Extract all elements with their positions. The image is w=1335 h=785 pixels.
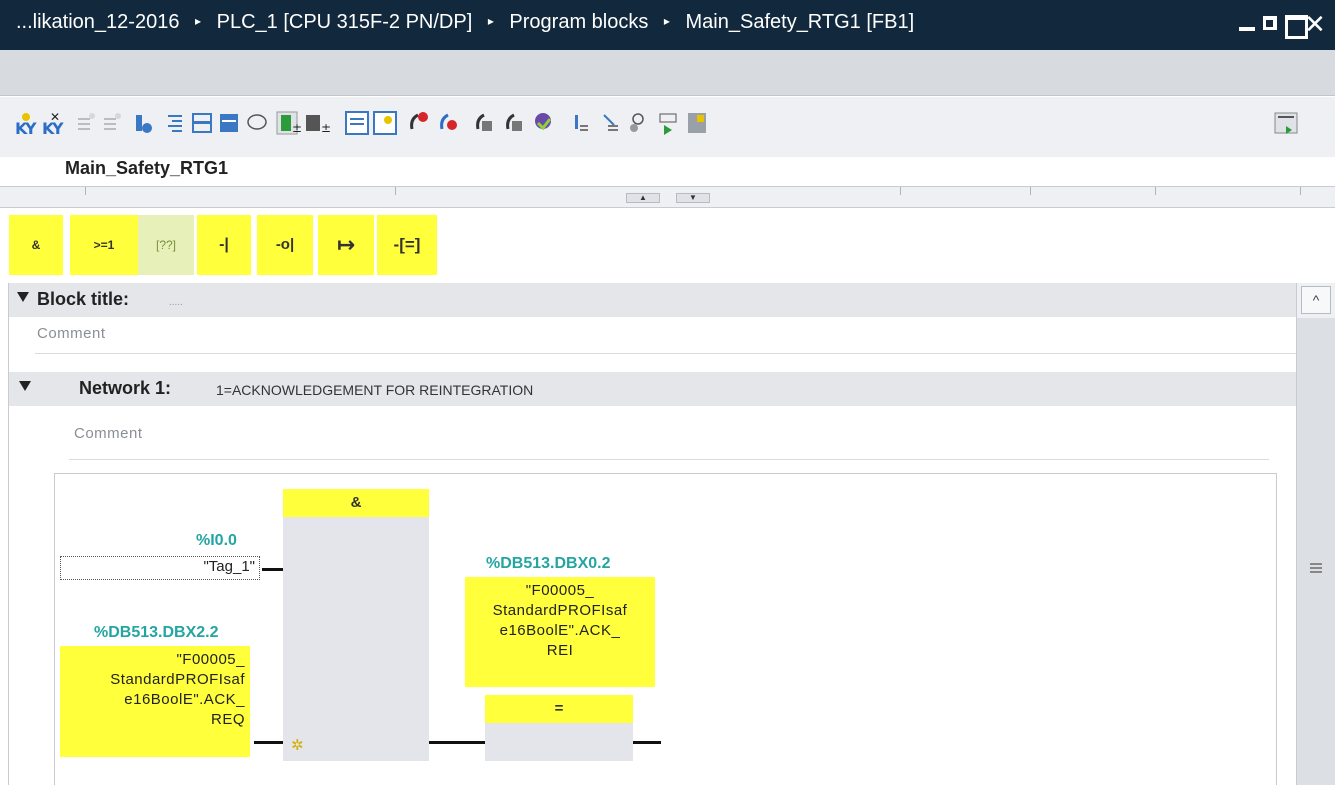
breadcrumb-program-blocks[interactable]: Program blocks [509,11,648,33]
svg-text:±: ± [292,121,302,135]
grip-icon [1310,563,1322,573]
output-line: StandardPROFIsaf [492,602,628,619]
branch-fav[interactable]: ↦ [318,215,374,275]
input1-address: %I0.0 [196,532,237,549]
block-title-value[interactable]: ..... [169,297,183,308]
input2-line: REQ [210,711,245,728]
breadcrumb-separator-icon: ▸ [487,14,494,28]
absolute-operand-icon[interactable] [220,114,238,132]
output-address: %DB513.DBX0.2 [486,555,611,572]
download-icon[interactable] [630,113,644,132]
svg-text:±: ± [321,121,331,135]
insert-network-icon[interactable]: K Y [15,113,37,138]
collapse-up-icon[interactable]: ▲ [626,193,660,203]
add-input-icon[interactable]: ✲ [291,736,304,754]
svg-text:Y: Y [24,119,37,138]
program-editor: Block title: ..... Comment Network 1: 1=… [8,283,1297,785]
input2-line: "F00005_ [176,651,245,668]
network-title[interactable]: 1=ACKNOWLEDGEMENT FOR REINTEGRATION [216,382,533,398]
breadcrumb-project[interactable]: ...likation_12-2016 [16,11,179,33]
block-title-label: Block title: [37,289,130,309]
block-name: Main_Safety_RTG1 [65,158,229,178]
coil-output-wire [633,741,661,744]
insert-row-icon[interactable] [78,113,95,130]
assignment-fav[interactable]: -[=] [377,215,437,275]
scroll-thumb[interactable] [1297,318,1335,785]
vertical-scrollbar[interactable]: ^ [1296,283,1335,785]
output-line: REI [546,642,574,659]
network-1-header[interactable]: Network 1: 1=ACKNOWLEDGEMENT FOR REINTEG… [9,372,1297,406]
block-title-header[interactable]: Block title: ..... [9,283,1297,317]
next-icon[interactable] [506,113,522,131]
and-box[interactable]: & [283,489,429,761]
close-icon[interactable]: ✕ [1304,10,1330,38]
breakpoint-icon[interactable] [373,111,397,135]
breadcrumb-plc[interactable]: PLC_1 [CPU 315F-2 PN/DP] [217,11,473,33]
interface-splitter[interactable]: ▲ ▼ [0,186,1335,208]
interface-icon[interactable] [136,115,152,133]
input1-operand[interactable]: "Tag_1" [60,556,260,580]
input2-operand[interactable]: "F00005_ StandardPROFIsaf e16BoolE".ACK_… [60,646,250,757]
and-fav[interactable]: & [9,215,63,275]
list-icon[interactable] [345,111,369,135]
compare-icon[interactable] [659,113,677,135]
block-comment[interactable]: Comment [37,325,106,342]
monitor-icon[interactable] [440,113,457,130]
input2-wire [254,741,283,744]
no-contact-fav[interactable]: -| [197,215,251,275]
collapse-triangle-icon[interactable] [19,381,31,391]
or-fav[interactable]: >=1 [70,215,138,275]
input1-wire [262,568,283,571]
instructions-icon[interactable]: ± [306,115,331,135]
interface-strip [0,50,1335,96]
input2-line: StandardPROFIsaf [110,671,245,688]
collapse-triangle-icon[interactable] [17,292,29,302]
link-icon[interactable] [603,114,618,131]
network-1-body: & ✲ %I0.0 "Tag_1" %DB513.DBX2.2 "F00005_… [54,473,1277,785]
monitor-all-icon[interactable] [476,113,492,131]
network-label: Network 1: [79,378,172,398]
toolbar-icons: K Y K Y ✕ ± ± [15,110,1298,138]
show-all-icon[interactable] [168,115,182,132]
step-out-icon[interactable] [575,115,588,131]
assignment-box[interactable]: = [485,695,633,761]
output-line: "F00005_ [525,582,595,599]
assignment-box-header: = [485,695,633,723]
output-operand[interactable]: "F00005_ StandardPROFIsaf e16BoolE".ACK_… [465,577,655,687]
and-box-header: & [283,489,429,517]
favorites-bar: & >=1 [??] -| -o| ↦ -[=] [0,210,1335,280]
close-all-icon[interactable] [192,113,212,133]
breadcrumb-block[interactable]: Main_Safety_RTG1 [FB1] [686,11,915,33]
scroll-up-icon[interactable]: ^ [1301,286,1331,314]
comment-icon[interactable] [247,114,267,130]
output-wire [429,741,485,744]
step-in-icon[interactable] [535,113,552,131]
panel-toggle-icon[interactable] [1274,112,1298,134]
network-comment[interactable]: Comment [74,425,143,442]
svg-text:✕: ✕ [50,110,60,124]
page-icon[interactable] [688,113,706,133]
input2-address: %DB513.DBX2.2 [94,624,219,641]
editor-toolbar: K Y K Y ✕ ± ± [0,97,1335,157]
breadcrumb: ...likation_12-2016 ▸ PLC_1 [CPU 315F-2 … [16,11,914,34]
expand-down-icon[interactable]: ▼ [676,193,710,203]
input2-line: e16BoolE".ACK_ [124,691,245,708]
empty-box-fav[interactable]: [??] [138,215,194,275]
delete-network-icon[interactable]: K Y ✕ [42,110,64,138]
nc-contact-fav[interactable]: -o| [257,215,313,275]
breadcrumb-separator-icon: ▸ [663,14,670,28]
favorites-icon[interactable]: ± [276,111,302,135]
append-row-icon[interactable] [104,113,121,130]
breadcrumb-separator-icon: ▸ [195,14,202,28]
output-line: e16BoolE".ACK_ [499,622,621,639]
delete-breakpoint-icon[interactable] [410,112,428,130]
title-bar: ...likation_12-2016 ▸ PLC_1 [CPU 315F-2 … [0,0,1335,50]
